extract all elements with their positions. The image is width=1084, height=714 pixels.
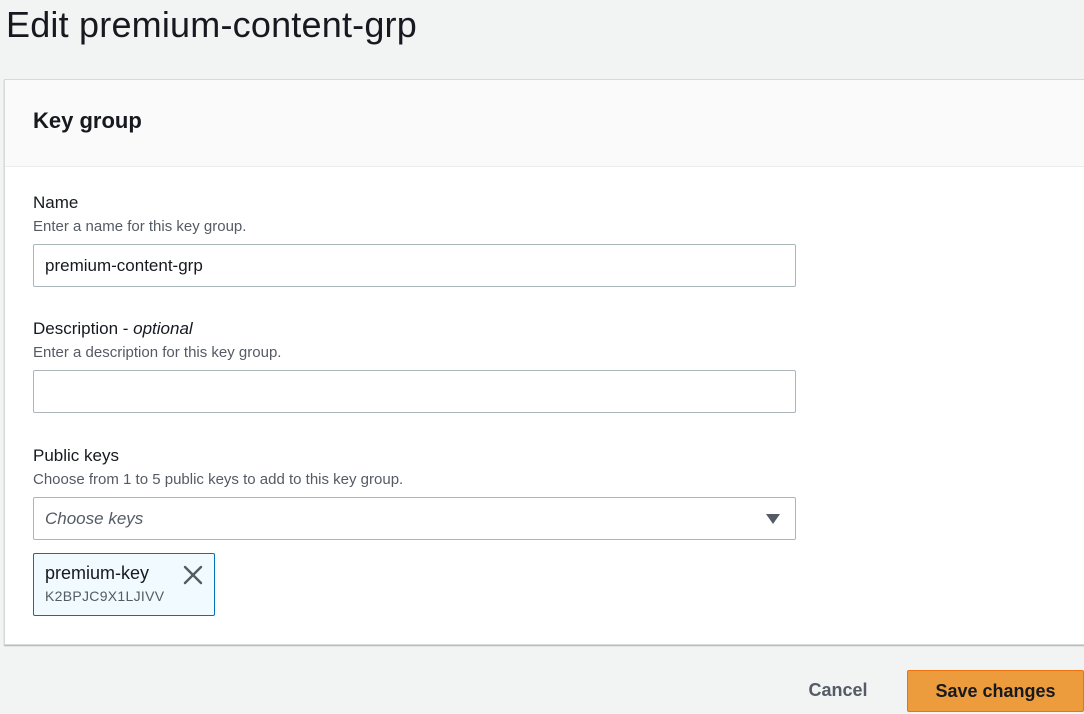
public-keys-description: Choose from 1 to 5 public keys to add to…	[33, 471, 404, 488]
description-field-group: Description - optional Enter a descripti…	[33, 318, 796, 413]
close-icon[interactable]	[182, 564, 204, 586]
public-keys-field-group: Public keys Choose from 1 to 5 public ke…	[33, 445, 796, 540]
page-title: Edit premium-content-grp	[6, 4, 417, 45]
name-description: Enter a name for this key group.	[33, 218, 247, 235]
selected-key-token: premium-key K2BPJC9X1LJIVV	[33, 553, 215, 616]
save-changes-button[interactable]: Save changes	[907, 670, 1084, 712]
optional-tag: optional	[133, 319, 193, 338]
description-input[interactable]	[33, 370, 796, 413]
name-field-group: Name Enter a name for this key group.	[33, 192, 796, 287]
token-key-id: K2BPJC9X1LJIVV	[45, 588, 165, 604]
public-keys-select[interactable]: Choose keys	[33, 497, 796, 540]
description-label: Description - optional	[33, 318, 796, 340]
key-group-panel: Key group Name Enter a name for this key…	[4, 79, 1084, 645]
description-description: Enter a description for this key group.	[33, 344, 282, 361]
name-label: Name	[33, 193, 79, 212]
panel-title: Key group	[33, 108, 142, 133]
description-label-text: Description -	[33, 319, 134, 338]
name-input[interactable]	[33, 244, 796, 287]
public-keys-label: Public keys	[33, 446, 119, 465]
caret-down-icon	[766, 513, 780, 524]
select-placeholder: Choose keys	[45, 508, 144, 528]
cancel-button[interactable]: Cancel	[790, 670, 886, 710]
panel-header: Key group	[5, 80, 1084, 167]
token-label: premium-key	[45, 563, 150, 583]
